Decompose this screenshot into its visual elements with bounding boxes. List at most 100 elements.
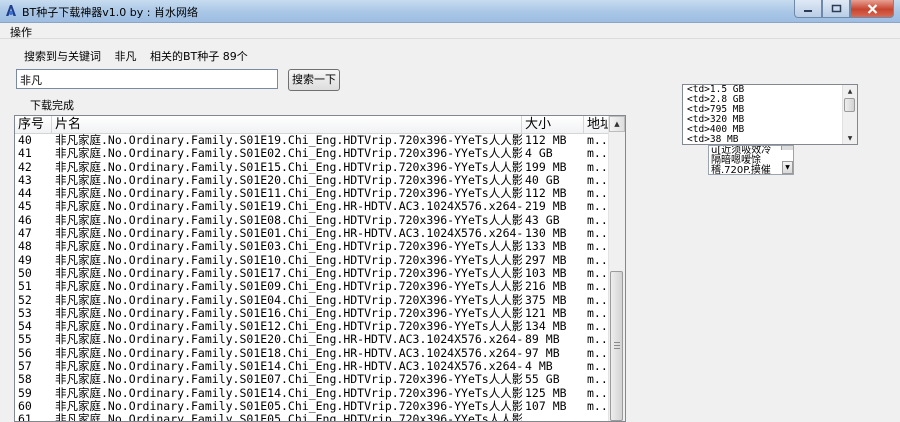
table-row[interactable]: 59 非凡家庭.No.Ordinary.Family.S01E14.Chi_Eng… [15,387,610,400]
search-summary-keyword: 非凡 [114,50,137,63]
cell-address: m... [587,227,610,241]
column-header-title[interactable]: 片名 [52,116,522,133]
cell-title: 非凡家庭.No.Ordinary.Family.S01E05.Chi_Eng.H… [55,399,522,413]
size-list-scroll-thumb[interactable] [844,98,855,112]
cell-address: m... [587,147,610,161]
detail-combo[interactable]: u[近须吸效冷 隔暗嗯嗳馀 稽.720P.摸催 ▼ [708,145,794,175]
table-row[interactable]: 54 非凡家庭.No.Ordinary.Family.S01E12.Chi_Eng… [15,320,610,333]
table-row[interactable]: 47 非凡家庭.No.Ordinary.Family.S01E01.Chi_Eng… [15,227,610,240]
scrollbar-thumb[interactable] [610,271,623,421]
size-list-scrollbar[interactable]: ▲ ▼ [842,85,857,144]
cell-index: 48 [18,240,32,254]
cell-title: 非凡家庭.No.Ordinary.Family.S01E20.Chi_Eng.H… [55,173,522,187]
cell-title: 非凡家庭.No.Ordinary.Family.S01E19.Chi_Eng.H… [55,134,522,147]
table-row[interactable]: 45 非凡家庭.No.Ordinary.Family.S01E19.Chi_Eng… [15,200,610,213]
table-row[interactable]: 48 非凡家庭.No.Ordinary.Family.S01E03.Chi_Eng… [15,240,610,253]
cell-index: 51 [18,280,32,294]
cell-title: 非凡家庭.No.Ordinary.Family.S01E12.Chi_Eng.H… [55,320,522,334]
cell-size: 216 MB [525,280,567,294]
cell-size: 134 MB [525,320,567,334]
scroll-up-button[interactable]: ▲ [609,116,625,132]
cell-title: 非凡家庭.No.Ordinary.Family.S01E08.Chi_Eng.H… [55,213,522,227]
cell-index: 47 [18,227,32,241]
window-title: BT种子下载神器v1.0 by : 肖水网络 [22,6,198,19]
column-header-size[interactable]: 大小 [522,116,584,133]
cell-title: 非凡家庭.No.Ordinary.Family.S01E19.Chi_Eng.H… [55,200,522,214]
cell-size: 375 MB [525,293,567,307]
chevron-down-icon[interactable]: ▼ [843,132,857,144]
combo-dropdown-button[interactable]: ▼ [782,161,793,174]
cell-index: 53 [18,306,32,320]
cell-index: 54 [18,320,32,334]
cell-size: 40 GB [525,173,560,187]
cell-index: 58 [18,373,32,387]
chevron-up-icon[interactable]: ▲ [843,85,857,97]
table-row[interactable]: 55 非凡家庭.No.Ordinary.Family.S01E20.Chi_Eng… [15,333,610,346]
table-row[interactable]: 43 非凡家庭.No.Ordinary.Family.S01E20.Chi_Eng… [15,174,610,187]
table-row[interactable]: 42 非凡家庭.No.Ordinary.Family.S01E15.Chi_Eng… [15,161,610,174]
cell-address: m... [587,213,610,227]
cell-index: 56 [18,346,32,360]
table-row[interactable]: 41 非凡家庭.No.Ordinary.Family.S01E02.Chi_Eng… [15,147,610,160]
table-scrollbar[interactable]: ▲ [608,116,625,421]
search-summary-suffix: 相关的BT种子 89个 [150,50,248,63]
size-list[interactable]: <td>1.5 GB <td>2.8 GB <td>795 MB <td>320 MB… [682,84,858,145]
table-row[interactable]: 53 非凡家庭.No.Ordinary.Family.S01E16.Chi_Eng… [15,307,610,320]
cell-size: 112 MB [525,187,567,201]
cell-address [584,413,610,421]
cell-index: 52 [18,293,32,307]
table-row[interactable]: 61 非凡家庭.No.Ordinary.Family.S01E05.Chi_Eng… [15,413,610,421]
cell-size: 121 MB [525,306,567,320]
chevron-up-icon: ▲ [614,120,620,128]
table-row[interactable]: 60 非凡家庭.No.Ordinary.Family.S01E05.Chi_Eng… [15,400,610,413]
search-button[interactable]: 搜索一下 [288,69,340,91]
cell-index: 55 [18,333,32,347]
cell-address: m... [587,320,610,334]
table-row[interactable]: 50 非凡家庭.No.Ordinary.Family.S01E17.Chi_Eng… [15,267,610,280]
cell-address: m... [587,160,610,174]
cell-title: 非凡家庭.No.Ordinary.Family.S01E07.Chi_Eng.H… [55,373,522,387]
cell-title: 非凡家庭.No.Ordinary.Family.S01E01.Chi_Eng.H… [55,227,522,241]
cell-title: 非凡家庭.No.Ordinary.Family.S01E03.Chi_Eng.H… [55,240,522,254]
table-header: 序号 片名 大小 地址 [15,116,610,134]
cell-address: m... [587,386,610,400]
cell-title: 非凡家庭.No.Ordinary.Family.S01E04.Chi_Eng.H… [55,293,522,307]
search-summary-prefix: 搜索到与关键词 [24,50,101,63]
minimize-button[interactable] [794,0,822,18]
maximize-button[interactable] [822,0,850,18]
menu-item-operate[interactable]: 操作 [10,24,32,40]
table-row[interactable]: 49 非凡家庭.No.Ordinary.Family.S01E10.Chi_Eng… [15,254,610,267]
cell-size: 199 MB [525,160,567,174]
table-row[interactable]: 46 非凡家庭.No.Ordinary.Family.S01E08.Chi_Eng… [15,214,610,227]
close-icon [867,3,877,14]
cell-size: 43 GB [525,213,560,227]
table-body: 40 非凡家庭.No.Ordinary.Family.S01E19.Chi_Eng… [15,134,610,421]
search-input[interactable]: 非凡 [16,69,278,89]
table-row[interactable]: 56 非凡家庭.No.Ordinary.Family.S01E18.Chi_Eng… [15,347,610,360]
size-list-item[interactable]: <td>38 MB [683,135,744,145]
table-row[interactable]: 40 非凡家庭.No.Ordinary.Family.S01E19.Chi_Eng… [15,134,610,147]
cell-index: 57 [18,360,32,374]
table-row[interactable]: 51 非凡家庭.No.Ordinary.Family.S01E09.Chi_Eng… [15,280,610,293]
cell-size [522,413,584,421]
close-button[interactable] [850,0,894,18]
table-row[interactable]: 58 非凡家庭.No.Ordinary.Family.S01E07.Chi_Eng… [15,373,610,386]
column-header-index[interactable]: 序号 [15,116,52,133]
cell-address: m... [587,187,610,201]
column-header-address[interactable]: 地址 [584,116,610,133]
cell-title: 非凡家庭.No.Ordinary.Family.S01E17.Chi_Eng.H… [55,266,522,280]
cell-address: m... [587,200,610,214]
results-table[interactable]: 序号 片名 大小 地址 40 非凡家庭.No.Ordinary.Family.S0… [14,115,626,422]
cell-size: 112 MB [525,134,567,147]
table-row[interactable]: 44 非凡家庭.No.Ordinary.Family.S01E11.Chi_Eng… [15,187,610,200]
table-row[interactable]: 57 非凡家庭.No.Ordinary.Family.S01E14.Chi_Eng… [15,360,610,373]
minimize-icon [804,9,812,12]
table-row[interactable]: 52 非凡家庭.No.Ordinary.Family.S01E04.Chi_Eng… [15,294,610,307]
cell-address: m... [587,333,610,347]
cell-size: 55 GB [525,373,560,387]
cell-address: m... [587,134,610,147]
title-bar[interactable]: BT种子下载神器v1.0 by : 肖水网络 [0,0,900,23]
cell-index: 43 [18,173,32,187]
cell-size: 4 GB [525,147,553,161]
menu-bar: 操作 [0,23,900,39]
